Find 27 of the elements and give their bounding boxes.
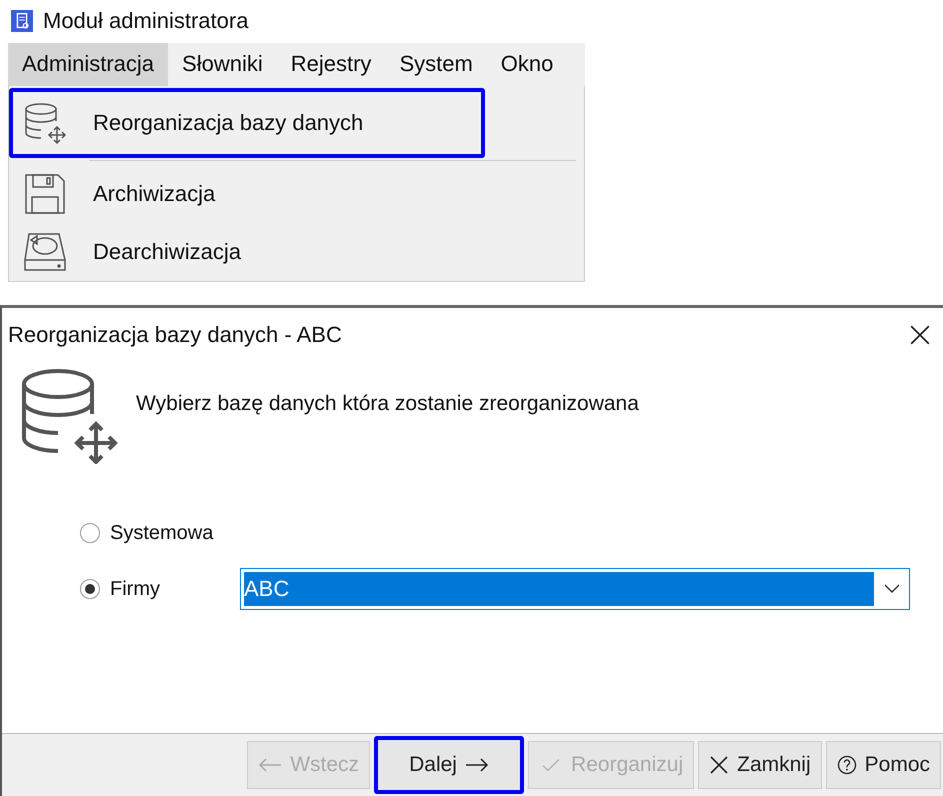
menu-bar-item[interactable]: Okno (486, 42, 568, 86)
menu-item[interactable]: Reorganizacja bazy danych (9, 88, 485, 158)
close-icon (709, 755, 730, 775)
dialog-button[interactable]: Zamknij (698, 741, 822, 789)
database-icon (23, 101, 67, 145)
instruction-text: Wybierz bazę danych która zostanie zreorganizowana (136, 392, 639, 416)
chevron-down-icon (884, 584, 900, 594)
radio-button[interactable] (80, 579, 100, 599)
menu-item[interactable]: Dearchiwizacja (9, 223, 485, 281)
menu-item[interactable]: Archiwizacja (9, 165, 485, 223)
menu-bar-item[interactable]: Słowniki (168, 42, 277, 86)
radio-option[interactable]: Firmy (80, 578, 240, 600)
dialog-button[interactable]: Pomoc (826, 741, 941, 789)
company-dropdown[interactable]: ABC (240, 568, 910, 610)
radio-button[interactable] (80, 523, 100, 543)
close-icon[interactable] (909, 324, 931, 346)
menu-bar-item[interactable]: Administracja (8, 42, 168, 86)
radio-option[interactable]: Systemowa (80, 522, 240, 544)
app-icon (11, 10, 33, 32)
dialog-button[interactable]: Dalej (374, 736, 524, 794)
menu-bar-item[interactable]: Rejestry (276, 42, 386, 86)
help-icon (836, 755, 857, 775)
window-title: Moduł administratora (43, 8, 248, 34)
menu-bar-item[interactable]: System (385, 42, 487, 86)
arrow-right-icon (464, 758, 489, 772)
arrow-left-icon (258, 758, 282, 772)
dialog-title: Reorganizacja bazy danych - ABC (8, 322, 342, 348)
